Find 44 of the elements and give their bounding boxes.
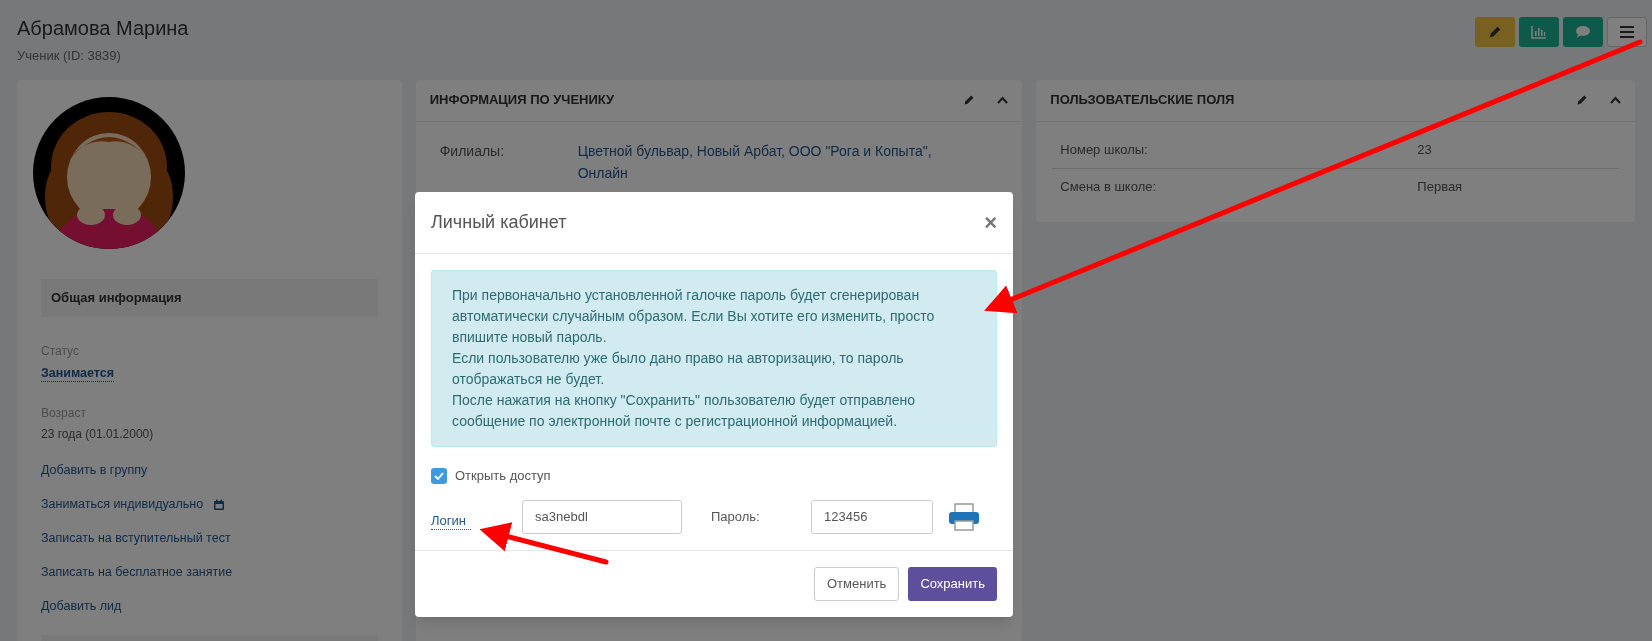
toolbar-button[interactable] — [1475, 17, 1515, 47]
field-label: Пароль: — [711, 507, 761, 526]
action-link[interactable]: Записать на вступительный тест — [41, 529, 231, 548]
pencil-icon[interactable] — [1576, 94, 1588, 106]
password-field[interactable]: 123456 — [811, 499, 933, 534]
field-value: Цветной бульвар, Новый Арбат, ООО "Рога и Копыта", Онлайн — [577, 141, 933, 183]
field-value: 23 — [1417, 140, 1432, 159]
login-field[interactable]: sa3nebdl — [522, 499, 682, 534]
panel-title: ПОЛЬЗОВАТЕЛЬСКИЕ ПОЛЯ — [1050, 91, 1235, 110]
menu-icon — [1620, 26, 1634, 38]
section-heading: Общая информация — [51, 288, 182, 307]
dialog-button[interactable]: Отменить — [814, 566, 900, 601]
login-link[interactable]: Логин — [431, 511, 471, 530]
calendar-icon[interactable] — [213, 498, 226, 511]
chevron-up-icon[interactable] — [997, 96, 1009, 104]
toolbar-button[interactable] — [1607, 17, 1647, 47]
pencil-icon — [1488, 25, 1502, 39]
close-button[interactable]: × — [984, 211, 997, 234]
action-link[interactable]: Добавить в группу — [41, 461, 148, 480]
field-label: Смена в школе: — [1060, 178, 1158, 197]
checkbox[interactable] — [431, 467, 447, 484]
status-link[interactable]: Занимается — [41, 364, 115, 382]
info-text: После нажатия на кнопку "Сохранить" пользователю будет отправлено сообщение по электронной почте с регистрационной информацией. — [452, 391, 917, 431]
checkbox-label: Открыть доступ — [455, 467, 551, 485]
field-label: Филиалы: — [439, 141, 506, 161]
pencil-icon[interactable] — [963, 94, 976, 106]
info-text: При первоначально установленной галочке пароль будет сгенерирован автоматически случайным образом. Если Вы хотите его изменить, просто впишите новый пароль. — [452, 286, 936, 347]
panel-title: ИНФОРМАЦИЯ ПО УЧЕНИКУ — [429, 91, 615, 110]
bar-chart-icon — [1531, 25, 1547, 39]
dialog-title: Личный кабинет — [431, 211, 567, 234]
chevron-up-icon[interactable] — [1610, 96, 1621, 104]
field-label: Номер школы: — [1060, 140, 1149, 159]
page-title: Абрамова Марина — [17, 16, 189, 41]
action-link[interactable]: Заниматься индивидуально — [41, 495, 204, 514]
action-link[interactable]: Добавить лид — [41, 597, 122, 616]
check-icon — [434, 471, 444, 480]
dialog-button[interactable]: Сохранить — [908, 566, 997, 601]
field-value: Первая — [1417, 178, 1463, 197]
printer-icon[interactable] — [948, 502, 980, 531]
field-value: 23 года (01.01.2000) — [41, 425, 155, 443]
speech-bubble-icon — [1575, 25, 1591, 39]
action-link[interactable]: Записать на бесплатное занятие — [41, 563, 233, 582]
page-subtitle: Ученик (ID: 3839) — [17, 47, 122, 65]
info-text: Если пользователю уже было дано право на авторизацию, то пароль отображаться не будет. — [452, 349, 905, 389]
